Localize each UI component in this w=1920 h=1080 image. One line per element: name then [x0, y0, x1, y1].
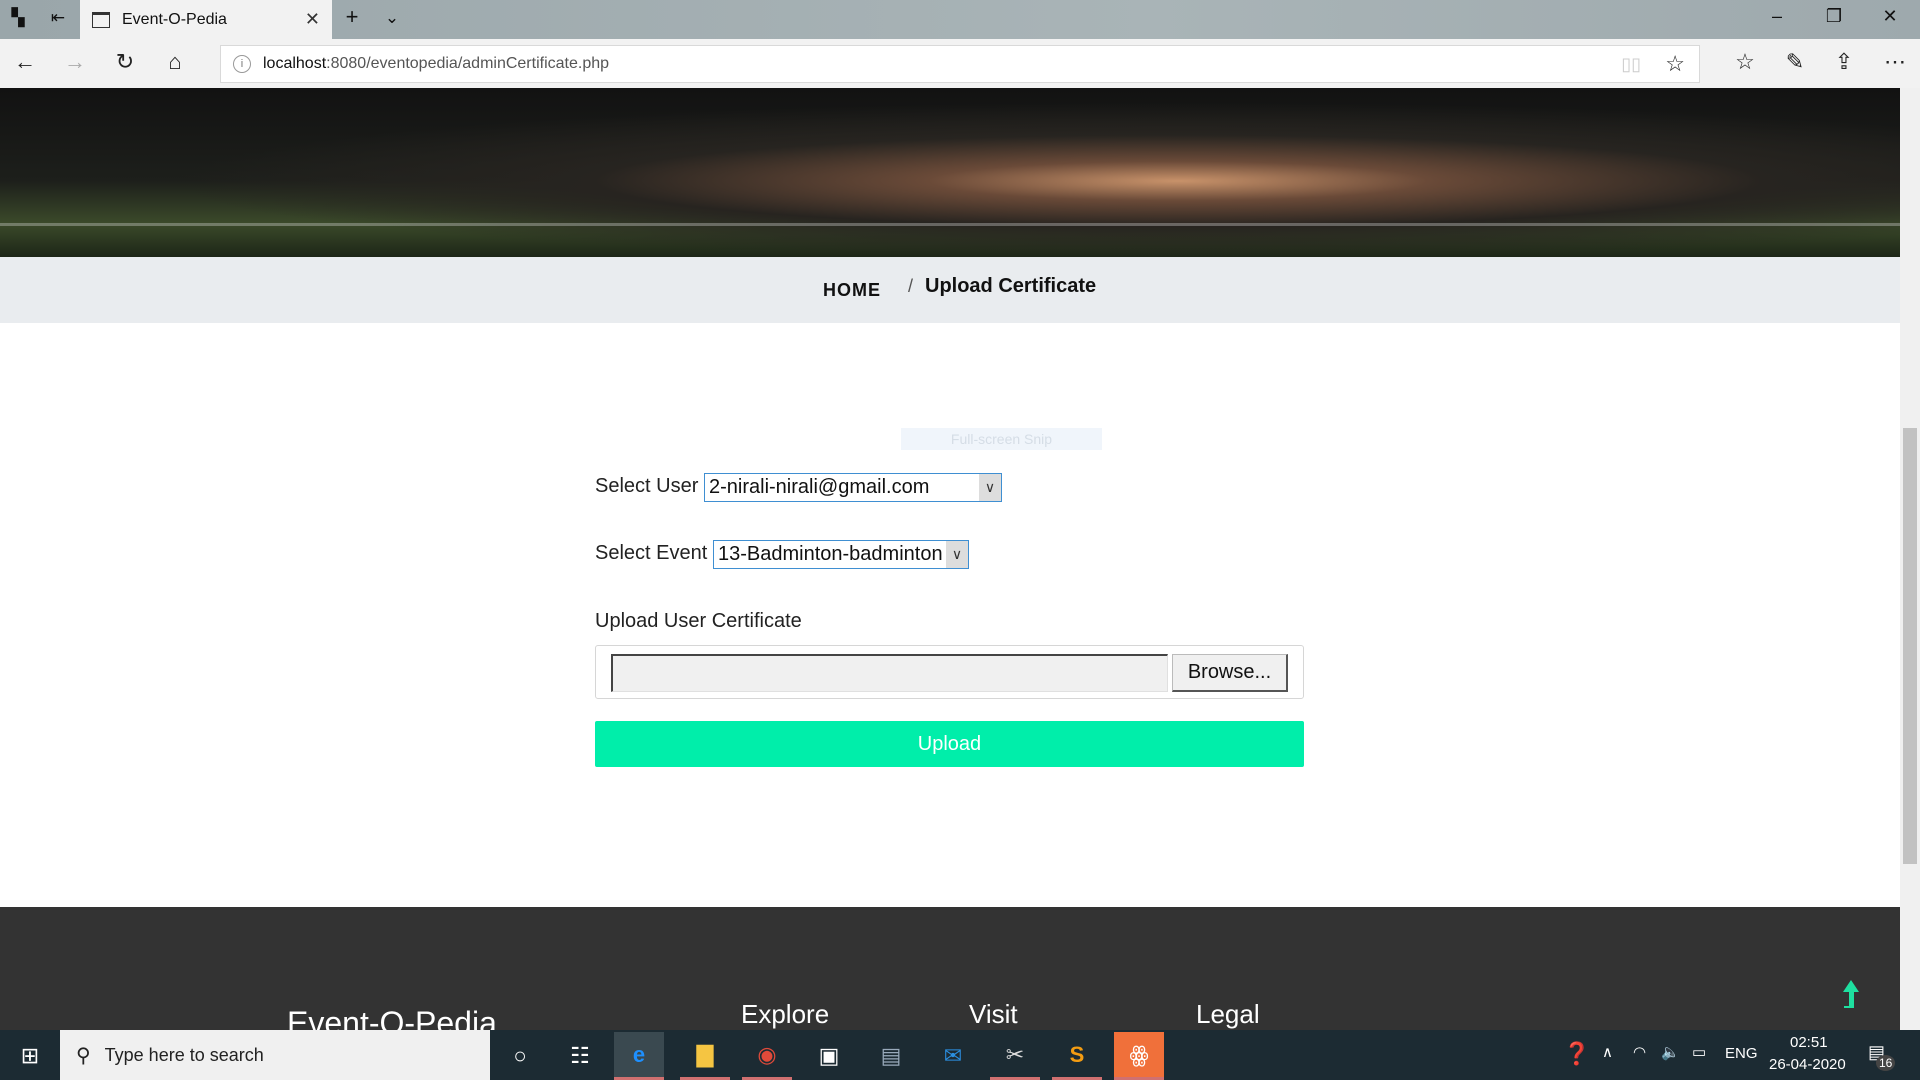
footer-heading-legal: Legal [1196, 999, 1260, 1029]
snipping-tool-icon[interactable]: ✂ [990, 1032, 1040, 1080]
minimize-icon[interactable]: – [1757, 6, 1797, 27]
select-event-dropdown[interactable]: 13-Badminton-badminton ∨ [713, 540, 969, 569]
more-icon[interactable]: ⋯ [1880, 49, 1910, 75]
taskbar-search-box[interactable]: ⚲ Type here to search [60, 1030, 490, 1080]
hero-banner-image [0, 88, 1900, 257]
share-icon[interactable]: ⇪ [1829, 49, 1859, 75]
edge-browser-icon[interactable]: e [614, 1032, 664, 1080]
mail-icon[interactable]: ✉ [928, 1032, 978, 1080]
browser-tab[interactable]: Event-O-Pedia ✕ [80, 0, 332, 39]
favorites-list-icon[interactable]: ☆ [1730, 49, 1760, 75]
close-tab-icon[interactable]: ✕ [305, 9, 320, 30]
browser-tab-bar: ▚ ⇤ Event-O-Pedia ✕ + ⌄ – ❐ ✕ [0, 0, 1920, 39]
file-explorer-icon[interactable]: ▇ [680, 1032, 730, 1080]
info-icon[interactable]: i [233, 55, 251, 73]
select-event-label: Select Event [595, 542, 708, 564]
select-user-value: 2-nirali-nirali@gmail.com [709, 476, 930, 498]
favorite-star-icon[interactable]: ☆ [1665, 51, 1685, 77]
select-user-dropdown[interactable]: 2-nirali-nirali@gmail.com ∨ [704, 473, 1002, 502]
url-host: localhost [263, 55, 327, 72]
breadcrumb-separator: / [908, 276, 914, 296]
new-tab-icon[interactable]: + [340, 4, 364, 29]
tab-actions-icon[interactable]: ▚ [6, 8, 30, 30]
restore-icon[interactable]: ❐ [1814, 6, 1854, 27]
snip-overlay-label: Full-screen Snip [901, 428, 1102, 450]
chevron-down-icon[interactable]: ⌄ [380, 8, 404, 30]
pen-icon[interactable]: ✎ [1780, 49, 1810, 75]
footer-heading-explore: Explore [741, 999, 830, 1029]
cortana-icon[interactable]: ○ [495, 1032, 545, 1080]
file-path-input[interactable] [611, 654, 1168, 692]
home-icon[interactable]: ⌂ [160, 49, 190, 75]
windows-start-icon[interactable]: ⊞ [5, 1032, 55, 1080]
scroll-to-top-arrow-icon[interactable] [1842, 980, 1860, 1012]
chevron-down-icon: ∨ [979, 474, 1001, 501]
upload-certificate-label: Upload User Certificate [595, 610, 802, 632]
refresh-icon[interactable]: ↻ [110, 49, 140, 75]
search-icon: ⚲ [76, 1044, 91, 1067]
close-window-icon[interactable]: ✕ [1870, 6, 1910, 27]
battery-icon[interactable]: ▭ [1692, 1043, 1706, 1061]
scrollbar-thumb[interactable] [1903, 428, 1917, 864]
browse-button[interactable]: Browse... [1172, 654, 1288, 692]
breadcrumb-home-link[interactable]: HOME [823, 280, 881, 301]
upload-button[interactable]: Upload [595, 721, 1304, 767]
select-user-label: Select User [595, 475, 699, 497]
help-icon[interactable]: ❓ [1563, 1041, 1590, 1067]
volume-icon[interactable]: 🔈 [1661, 1043, 1680, 1061]
sublime-text-icon[interactable]: S [1052, 1032, 1102, 1080]
show-hidden-icons-icon[interactable]: ∧ [1602, 1043, 1613, 1061]
clock-time[interactable]: 02:51 [1790, 1034, 1828, 1051]
remote-desktop-icon[interactable]: ▤ [866, 1032, 916, 1080]
forward-icon[interactable]: → [60, 49, 90, 75]
search-placeholder: Type here to search [104, 1044, 264, 1065]
chrome-icon[interactable]: ◉ [742, 1032, 792, 1080]
page-icon [92, 11, 110, 28]
chevron-down-icon: ∨ [946, 541, 968, 568]
reading-view-icon[interactable]: ▯▯ [1621, 54, 1641, 75]
set-aside-tabs-icon[interactable]: ⇤ [46, 8, 70, 30]
breadcrumb-current: Upload Certificate [925, 275, 1097, 297]
microsoft-store-icon[interactable]: ▣ [804, 1032, 854, 1080]
footer-heading-visit: Visit [969, 999, 1018, 1029]
select-event-value: 13-Badminton-badminton [718, 543, 943, 565]
language-indicator[interactable]: ENG [1725, 1045, 1758, 1062]
tab-title: Event-O-Pedia [122, 10, 227, 28]
navigation-bar: ← → ↻ ⌂ i localhost:8080/eventopedia/adm… [0, 39, 1920, 88]
address-bar[interactable]: i localhost:8080/eventopedia/adminCertif… [220, 45, 1700, 83]
clock-date[interactable]: 26-04-2020 [1769, 1056, 1846, 1073]
xampp-icon[interactable]: ꙮ [1114, 1032, 1164, 1080]
wifi-icon[interactable]: ◠ [1633, 1043, 1646, 1061]
footer: Event-O-Pedia Explore Visit Legal [0, 907, 1900, 1041]
task-view-icon[interactable]: ☷ [555, 1032, 605, 1080]
back-icon[interactable]: ← [10, 49, 40, 75]
url-path: :8080/eventopedia/adminCertificate.php [326, 55, 610, 72]
